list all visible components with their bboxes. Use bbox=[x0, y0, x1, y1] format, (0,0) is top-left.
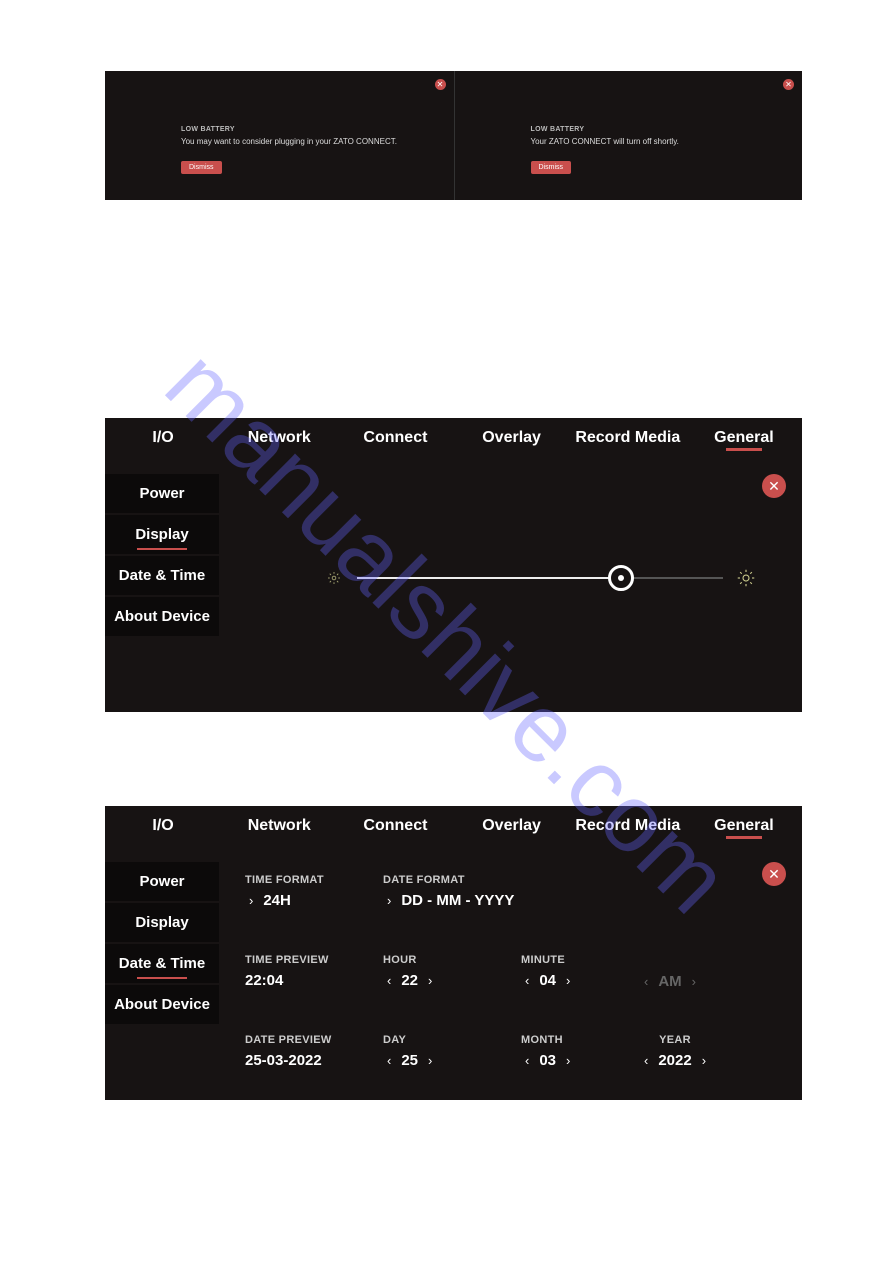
chevron-right-icon[interactable]: › bbox=[245, 893, 257, 908]
value-day: 25 bbox=[401, 1052, 418, 1069]
tab-connect[interactable]: Connect bbox=[337, 429, 453, 447]
label-time-preview: TIME PREVIEW bbox=[245, 954, 329, 966]
tab-connect[interactable]: Connect bbox=[337, 817, 453, 835]
tab-record-media[interactable]: Record Media bbox=[570, 429, 686, 447]
close-icon[interactable]: ✕ bbox=[783, 79, 794, 90]
sidebar-item-power[interactable]: Power bbox=[105, 862, 219, 901]
chevron-left-icon[interactable]: ‹ bbox=[640, 974, 652, 989]
value-month: 03 bbox=[539, 1052, 556, 1069]
dismiss-button[interactable]: Dismiss bbox=[531, 161, 572, 174]
tab-io[interactable]: I/O bbox=[105, 429, 221, 447]
label-day: DAY bbox=[383, 1034, 436, 1046]
value-ampm: AM bbox=[658, 973, 681, 990]
label-minute: MINUTE bbox=[521, 954, 574, 966]
value-time-preview: 22:04 bbox=[245, 972, 329, 989]
slider-track[interactable] bbox=[357, 577, 723, 579]
tab-overlay[interactable]: Overlay bbox=[454, 429, 570, 447]
sidebar: Power Display Date & Time About Device bbox=[105, 474, 219, 636]
label-hour: HOUR bbox=[383, 954, 436, 966]
chevron-left-icon[interactable]: ‹ bbox=[521, 973, 533, 988]
label-year: YEAR bbox=[640, 1034, 710, 1046]
close-icon[interactable]: ✕ bbox=[435, 79, 446, 90]
tab-network[interactable]: Network bbox=[221, 429, 337, 447]
value-minute: 04 bbox=[539, 972, 556, 989]
notification-area: ✕ LOW BATTERY You may want to consider p… bbox=[105, 71, 802, 200]
chevron-right-icon[interactable]: › bbox=[562, 1053, 574, 1068]
tab-record-media[interactable]: Record Media bbox=[570, 817, 686, 835]
value-time-format: 24H bbox=[263, 892, 291, 909]
notification-low-battery-2: ✕ LOW BATTERY Your ZATO CONNECT will tur… bbox=[454, 71, 803, 200]
tab-bar: I/O Network Connect Overlay Record Media… bbox=[105, 806, 802, 846]
value-date-preview: 25-03-2022 bbox=[245, 1052, 332, 1069]
notification-message: You may want to consider plugging in you… bbox=[181, 137, 397, 146]
brightness-slider bbox=[325, 558, 755, 598]
label-date-preview: DATE PREVIEW bbox=[245, 1034, 332, 1046]
tab-network[interactable]: Network bbox=[221, 817, 337, 835]
chevron-right-icon[interactable]: › bbox=[424, 973, 436, 988]
sidebar-item-date-time[interactable]: Date & Time bbox=[105, 944, 219, 983]
chevron-right-icon[interactable]: › bbox=[688, 974, 700, 989]
slider-thumb[interactable] bbox=[608, 565, 634, 591]
close-icon[interactable]: ✕ bbox=[762, 474, 786, 498]
datetime-content: TIME FORMAT › 24H DATE FORMAT › DD - MM … bbox=[245, 866, 782, 1090]
slider-fill bbox=[357, 577, 621, 579]
value-year: 2022 bbox=[658, 1052, 691, 1069]
tab-overlay[interactable]: Overlay bbox=[454, 817, 570, 835]
chevron-left-icon[interactable]: ‹ bbox=[383, 973, 395, 988]
sidebar-item-power[interactable]: Power bbox=[105, 474, 219, 513]
label-date-format: DATE FORMAT bbox=[383, 874, 514, 886]
notification-title: LOW BATTERY bbox=[531, 126, 679, 133]
value-hour: 22 bbox=[401, 972, 418, 989]
chevron-left-icon[interactable]: ‹ bbox=[383, 1053, 395, 1068]
tab-general[interactable]: General bbox=[686, 429, 802, 447]
chevron-right-icon[interactable]: › bbox=[383, 893, 395, 908]
sidebar-item-date-time[interactable]: Date & Time bbox=[105, 556, 219, 595]
brightness-high-icon bbox=[737, 569, 755, 587]
dismiss-button[interactable]: Dismiss bbox=[181, 161, 222, 174]
brightness-low-icon bbox=[327, 571, 341, 585]
value-date-format: DD - MM - YYYY bbox=[401, 892, 514, 909]
tab-general[interactable]: General bbox=[686, 817, 802, 835]
sidebar-item-display[interactable]: Display bbox=[105, 903, 219, 942]
tab-bar: I/O Network Connect Overlay Record Media… bbox=[105, 418, 802, 458]
chevron-right-icon[interactable]: › bbox=[562, 973, 574, 988]
settings-display-panel: I/O Network Connect Overlay Record Media… bbox=[105, 418, 802, 712]
label-time-format: TIME FORMAT bbox=[245, 874, 324, 886]
label-month: MONTH bbox=[521, 1034, 574, 1046]
settings-datetime-panel: I/O Network Connect Overlay Record Media… bbox=[105, 806, 802, 1100]
chevron-left-icon[interactable]: ‹ bbox=[640, 1053, 652, 1068]
chevron-right-icon[interactable]: › bbox=[698, 1053, 710, 1068]
notification-low-battery-1: ✕ LOW BATTERY You may want to consider p… bbox=[105, 71, 454, 200]
chevron-right-icon[interactable]: › bbox=[424, 1053, 436, 1068]
chevron-left-icon[interactable]: ‹ bbox=[521, 1053, 533, 1068]
notification-message: Your ZATO CONNECT will turn off shortly. bbox=[531, 137, 679, 146]
sidebar-item-about-device[interactable]: About Device bbox=[105, 597, 219, 636]
sidebar: Power Display Date & Time About Device bbox=[105, 862, 219, 1024]
sidebar-item-about-device[interactable]: About Device bbox=[105, 985, 219, 1024]
tab-io[interactable]: I/O bbox=[105, 817, 221, 835]
notification-title: LOW BATTERY bbox=[181, 126, 397, 133]
sidebar-item-display[interactable]: Display bbox=[105, 515, 219, 554]
